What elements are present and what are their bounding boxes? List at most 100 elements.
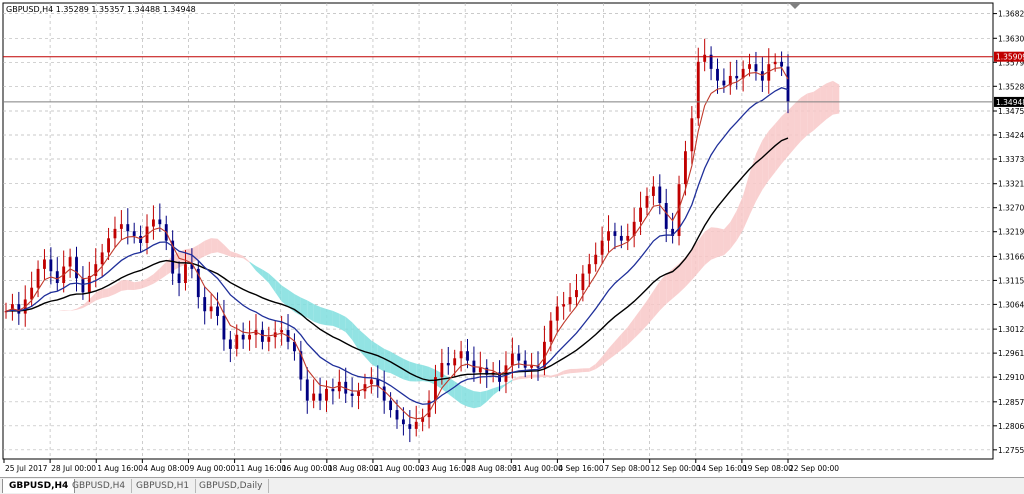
ichimoku-cloud-segment [788, 103, 795, 157]
candle-body [440, 363, 444, 378]
x-tick-label: 25 Jul 2017 [5, 464, 48, 473]
x-tick-label: 12 Sep 00:00 [651, 464, 701, 473]
candle-body [132, 231, 136, 236]
candle-body [780, 61, 784, 67]
candle-body [184, 264, 187, 283]
price-chart[interactable]: 1.368251.363001.357901.352801.347551.342… [0, 0, 1024, 477]
tab-gbpusd-h1[interactable]: GBPUSD,H1 [130, 479, 197, 493]
ichimoku-cloud-segment [832, 80, 840, 115]
candle-body [626, 235, 630, 241]
ichimoku-cloud-segment [807, 91, 814, 136]
candle-body [510, 353, 514, 366]
candle-body [786, 66, 790, 102]
candle-body [517, 353, 521, 361]
candle-body [664, 203, 668, 229]
candle-body [369, 379, 373, 385]
x-tick-label: 31 Aug 00:00 [512, 464, 563, 473]
candle-body [401, 419, 405, 425]
ichimoku-cloud-segment [582, 368, 590, 373]
x-tick-label: 28 Jul 00:00 [51, 464, 96, 473]
y-tick-label: 1.30645 [998, 300, 1024, 309]
y-tick-label: 1.36300 [998, 34, 1024, 43]
x-tick-label: 21 Aug 00:00 [374, 464, 425, 473]
y-tick-label: 1.36825 [998, 10, 1024, 19]
candle-body [562, 304, 566, 307]
candle-body [30, 287, 34, 300]
y-tick-label: 1.30120 [998, 325, 1024, 334]
price-level-label: 1.34948 [996, 98, 1024, 107]
y-tick-label: 1.32190 [998, 228, 1024, 237]
candle-body [587, 264, 591, 274]
candle-body [716, 68, 719, 81]
candle-body [209, 306, 213, 312]
candle-body [754, 64, 758, 72]
y-tick-label: 1.29610 [998, 349, 1024, 358]
candle-body [773, 61, 777, 65]
y-tick-label: 1.28575 [998, 398, 1024, 407]
ichimoku-cloud-segment [820, 83, 827, 125]
ichimoku-cloud-segment [121, 280, 128, 291]
ichimoku-cloud-segment [538, 374, 545, 378]
chart-tab-bar: GBPUSD,H4 GBPUSD,H4 GBPUSD,H1 GBPUSD,Dai… [0, 477, 1024, 494]
ichimoku-cloud-segment [467, 388, 474, 409]
chart-area[interactable]: 1.368251.363001.357901.352801.347551.342… [0, 0, 1024, 493]
ichimoku-cloud-segment [473, 391, 481, 409]
candle-body [331, 388, 335, 392]
candle-body [139, 235, 143, 243]
candle-body [203, 297, 207, 312]
candle-body [453, 358, 457, 366]
candle-body [408, 424, 412, 429]
x-tick-label: 23 Aug 16:00 [420, 464, 471, 473]
candle-body [126, 224, 130, 232]
ichimoku-cloud-segment [326, 309, 333, 326]
candle-body [478, 367, 482, 373]
candle-body [248, 334, 252, 340]
ichimoku-cloud-segment [826, 80, 833, 120]
candle-body [658, 186, 662, 203]
candle-body [446, 363, 450, 366]
ichimoku-cloud-segment [800, 93, 808, 142]
candle-body [748, 64, 751, 69]
candle-body [645, 195, 649, 208]
candle-body [639, 207, 643, 222]
ichimoku-cloud-segment [768, 123, 776, 181]
ichimoku-cloud-segment [134, 281, 141, 291]
x-tick-label: 19 Sep 08:00 [743, 464, 793, 473]
y-tick-label: 1.31665 [998, 252, 1024, 261]
candle-body [312, 393, 316, 401]
candle-body [568, 297, 572, 305]
ichimoku-cloud-segment [518, 375, 526, 380]
x-tick-label: 28 Aug 08:00 [466, 464, 517, 473]
x-tick-label: 4 Sep 16:00 [558, 464, 604, 473]
x-tick-label: 7 Sep 08:00 [605, 464, 651, 473]
candle-body [75, 257, 78, 279]
y-tick-label: 1.33210 [998, 180, 1024, 189]
candle-body [523, 360, 527, 368]
candle-body [216, 306, 219, 316]
ichimoku-cloud-segment [717, 227, 724, 258]
candle-body [158, 219, 162, 225]
ichimoku-cloud-segment [461, 385, 468, 407]
y-tick-label: 1.35280 [998, 82, 1024, 91]
candle-body [575, 290, 578, 298]
tab-gbpusd-daily[interactable]: GBPUSD,Daily [193, 479, 270, 493]
candle-body [542, 341, 546, 368]
candle-body [177, 273, 181, 283]
candle-body [17, 304, 21, 314]
x-tick-label: 1 Aug 16:00 [97, 464, 143, 473]
candle-body [555, 306, 559, 321]
tab-gbpusd-h4[interactable]: GBPUSD,H4 [66, 479, 133, 493]
candle-body [581, 273, 585, 291]
x-tick-label: 4 Aug 08:00 [143, 464, 189, 473]
ichimoku-cloud-segment [332, 310, 340, 329]
candle-body [318, 393, 322, 401]
candle-body [100, 252, 104, 265]
candle-body [600, 240, 604, 255]
x-tick-label: 16 Aug 00:00 [282, 464, 333, 473]
candle-body [81, 278, 85, 293]
y-tick-label: 1.27555 [998, 446, 1024, 455]
candle-body [389, 400, 393, 411]
tab-gbpusd-h4-active[interactable]: GBPUSD,H4 [2, 479, 76, 493]
candle-body [49, 259, 53, 272]
candle-body [684, 151, 687, 185]
